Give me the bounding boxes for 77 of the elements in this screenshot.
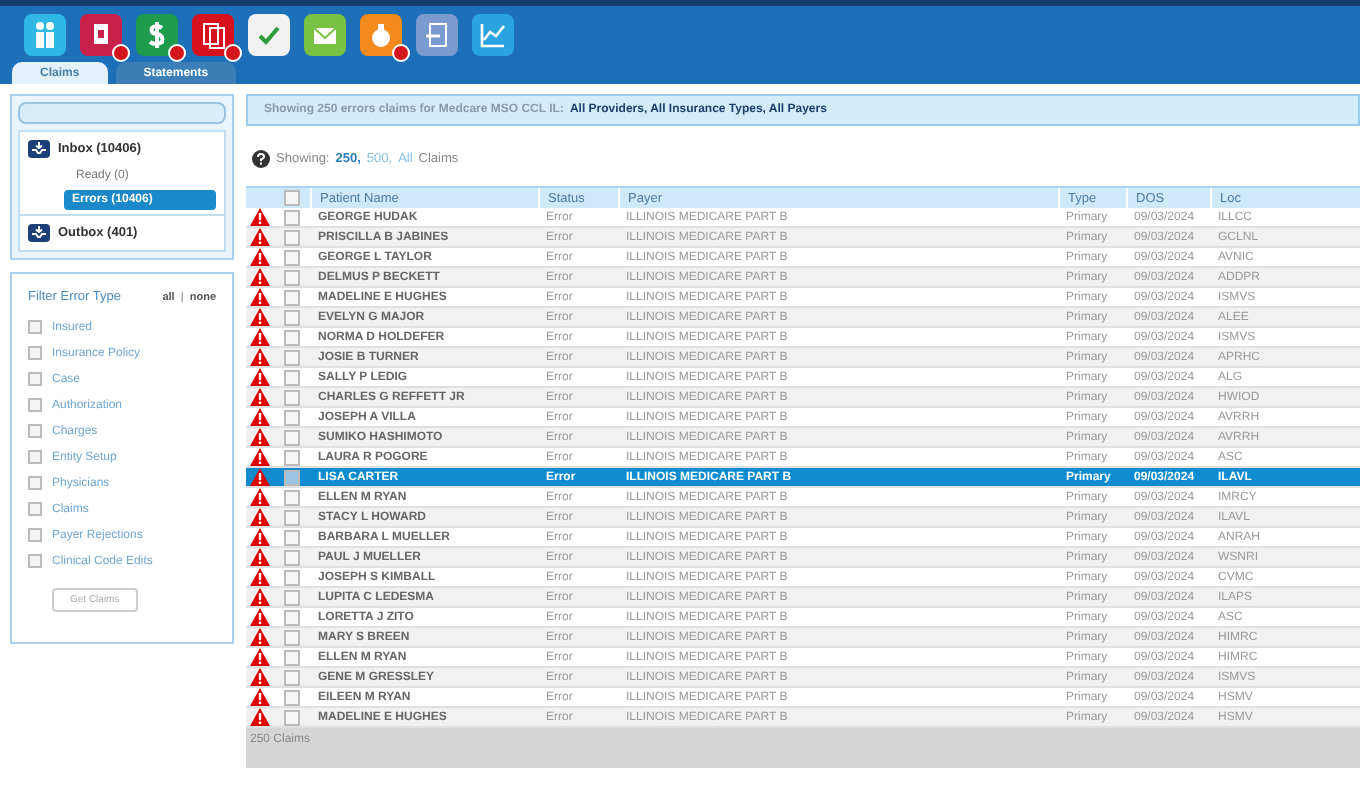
checkbox[interactable] bbox=[28, 502, 42, 516]
warning-icon bbox=[250, 508, 270, 526]
warning-icon bbox=[250, 588, 270, 606]
warning-icon bbox=[250, 408, 270, 426]
row-checkbox[interactable] bbox=[284, 669, 300, 685]
checkbox[interactable] bbox=[28, 372, 42, 386]
row-checkbox[interactable] bbox=[284, 369, 300, 385]
warning-icon bbox=[250, 488, 270, 506]
row-checkbox[interactable] bbox=[284, 489, 300, 505]
warning-icon bbox=[250, 388, 270, 406]
toolbar-button[interactable] bbox=[248, 14, 290, 56]
warning-icon bbox=[250, 288, 270, 306]
warning-icon bbox=[250, 328, 270, 346]
tray-icon bbox=[28, 140, 50, 158]
warning-icon bbox=[250, 428, 270, 446]
row-checkbox[interactable] bbox=[284, 569, 300, 585]
warning-icon bbox=[250, 348, 270, 366]
search-field[interactable] bbox=[18, 102, 226, 124]
warning-icon bbox=[250, 608, 270, 626]
row-checkbox[interactable] bbox=[284, 549, 300, 565]
row-checkbox[interactable] bbox=[284, 689, 300, 705]
checkbox[interactable] bbox=[28, 554, 42, 568]
row-checkbox[interactable] bbox=[284, 269, 300, 285]
row-checkbox[interactable] bbox=[284, 329, 300, 345]
badge-icon bbox=[392, 44, 410, 62]
badge-icon bbox=[112, 44, 130, 62]
toolbar-button[interactable] bbox=[416, 14, 458, 56]
row-checkbox[interactable] bbox=[284, 609, 300, 625]
warning-icon bbox=[250, 568, 270, 586]
tray-icon bbox=[28, 224, 50, 242]
row-checkbox[interactable] bbox=[284, 629, 300, 645]
warning-icon bbox=[250, 548, 270, 566]
checkbox[interactable] bbox=[28, 320, 42, 334]
select-all-checkbox[interactable] bbox=[284, 190, 300, 206]
checkbox[interactable] bbox=[28, 476, 42, 490]
toolbar-button[interactable] bbox=[472, 14, 514, 56]
row-checkbox[interactable] bbox=[284, 249, 300, 265]
row-checkbox[interactable] bbox=[284, 289, 300, 305]
checkbox[interactable] bbox=[28, 398, 42, 412]
row-checkbox[interactable] bbox=[284, 389, 300, 405]
row-checkbox[interactable] bbox=[284, 529, 300, 545]
warning-icon bbox=[250, 628, 270, 646]
warning-icon bbox=[250, 268, 270, 286]
row-checkbox[interactable] bbox=[284, 349, 300, 365]
row-checkbox[interactable] bbox=[284, 309, 300, 325]
warning-icon bbox=[250, 308, 270, 326]
warning-icon bbox=[250, 688, 270, 706]
chart-icon bbox=[476, 18, 510, 52]
badge-icon bbox=[168, 44, 186, 62]
warning-icon bbox=[250, 708, 270, 726]
warning-icon bbox=[250, 648, 270, 666]
checkbox[interactable] bbox=[28, 424, 42, 438]
checkbox[interactable] bbox=[28, 450, 42, 464]
checkbox[interactable] bbox=[28, 346, 42, 360]
checkbox[interactable] bbox=[28, 528, 42, 542]
row-checkbox[interactable] bbox=[284, 429, 300, 445]
row-checkbox[interactable] bbox=[284, 449, 300, 465]
row-checkbox[interactable] bbox=[284, 589, 300, 605]
row-checkbox[interactable] bbox=[284, 469, 300, 485]
warning-icon bbox=[250, 468, 270, 486]
warning-icon bbox=[250, 248, 270, 266]
row-checkbox[interactable] bbox=[284, 209, 300, 225]
toolbar-button[interactable] bbox=[304, 14, 346, 56]
warning-icon bbox=[250, 668, 270, 686]
badge-icon bbox=[224, 44, 242, 62]
row-checkbox[interactable] bbox=[284, 649, 300, 665]
help-icon[interactable] bbox=[252, 149, 270, 167]
row-checkbox[interactable] bbox=[284, 709, 300, 725]
warning-icon bbox=[250, 228, 270, 246]
warning-icon bbox=[250, 448, 270, 466]
warning-icon bbox=[250, 368, 270, 386]
row-checkbox[interactable] bbox=[284, 409, 300, 425]
toolbar-button[interactable] bbox=[24, 14, 66, 56]
warning-icon bbox=[250, 208, 270, 226]
row-checkbox[interactable] bbox=[284, 509, 300, 525]
row-checkbox[interactable] bbox=[284, 229, 300, 245]
warning-icon bbox=[250, 528, 270, 546]
